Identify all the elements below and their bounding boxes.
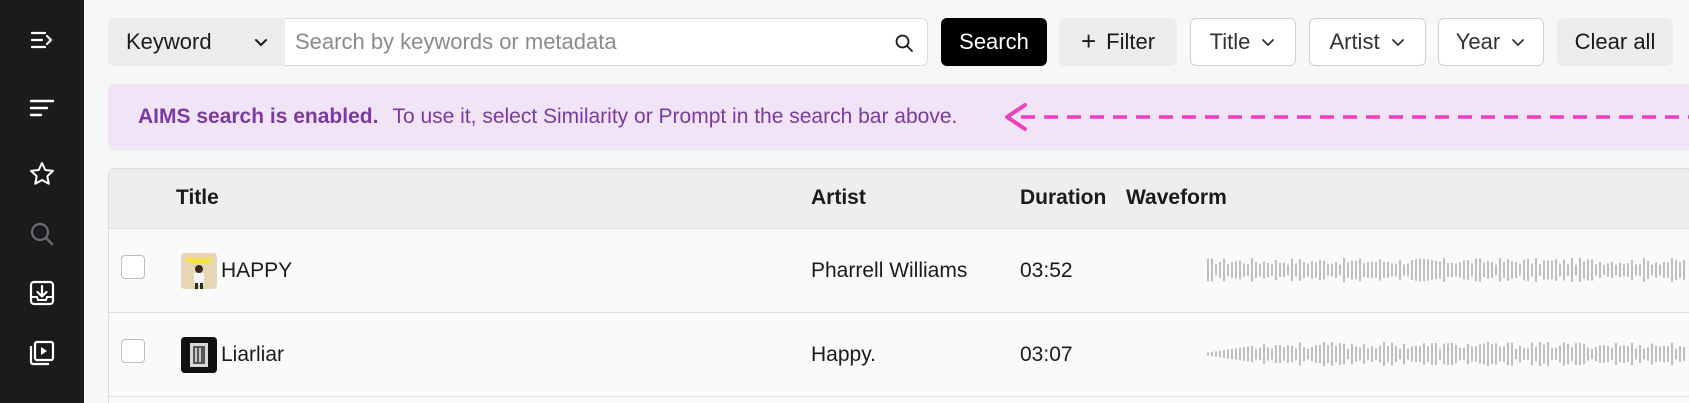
tracks-table: Title Artist Duration Waveform HAPPY Pha… [108,168,1689,403]
column-header-waveform: Waveform [1126,186,1227,209]
plus-icon: + [1080,26,1097,56]
track-title: HAPPY [221,259,293,282]
star-icon[interactable] [26,158,58,190]
chevron-down-icon [1262,39,1275,47]
track-artist: Happy. [811,343,876,366]
banner-title: AIMS search is enabled. [138,105,379,128]
magnifier-icon[interactable] [893,32,915,54]
search-button[interactable]: Search [941,18,1047,66]
search-icon[interactable] [26,218,58,250]
artist-filter-dropdown[interactable]: Artist [1309,18,1426,66]
track-title: Liarliar [221,343,285,366]
playlist-play-icon[interactable] [26,337,58,369]
chevron-down-icon [1512,39,1525,47]
table-row[interactable]: Liarliar Happy. 03:07 [109,313,1689,397]
waveform[interactable] [1207,339,1689,369]
table-header: Title Artist Duration Waveform [109,169,1689,229]
waveform[interactable] [1207,255,1689,285]
sidebar [0,0,84,403]
track-duration: 03:07 [1020,343,1073,366]
album-art-thumbnail [181,253,217,289]
search-input-wrapper [285,18,928,66]
row-checkbox[interactable] [121,255,145,279]
arrow-left-icon [1005,103,1689,131]
title-filter-dropdown[interactable]: Title [1190,18,1296,66]
year-filter-dropdown[interactable]: Year [1438,18,1544,66]
column-header-artist[interactable]: Artist [811,186,866,210]
filter-label: Filter [1106,29,1156,54]
album-art-thumbnail [181,337,217,373]
column-header-duration[interactable]: Duration [1020,186,1106,210]
table-row[interactable]: HAPPY Pharrell Williams 03:52 [109,229,1689,313]
inbox-download-icon[interactable] [26,277,58,309]
track-artist: Pharrell Williams [811,259,968,282]
year-filter-label: Year [1455,29,1501,54]
chevron-down-icon [1391,39,1404,47]
search-mode-label: Keyword [126,29,212,54]
artist-filter-label: Artist [1329,29,1380,54]
column-header-title[interactable]: Title [176,186,219,210]
main-content: Keyword Search + Filter Title Artist Yea… [84,0,1689,403]
track-duration: 03:52 [1020,259,1073,282]
banner-text: To use it, select Similarity or Prompt i… [392,105,958,128]
row-checkbox[interactable] [121,339,145,363]
title-filter-label: Title [1209,29,1251,54]
sort-lines-icon[interactable] [26,92,58,124]
filter-button[interactable]: + Filter [1059,18,1177,66]
search-mode-select[interactable]: Keyword [108,18,285,66]
aims-info-banner: AIMS search is enabled. To use it, selec… [108,84,1689,150]
clear-all-button[interactable]: Clear all [1557,18,1673,66]
chevron-down-icon [255,39,267,47]
collapse-menu-icon[interactable] [26,24,58,56]
search-input[interactable] [285,19,875,65]
